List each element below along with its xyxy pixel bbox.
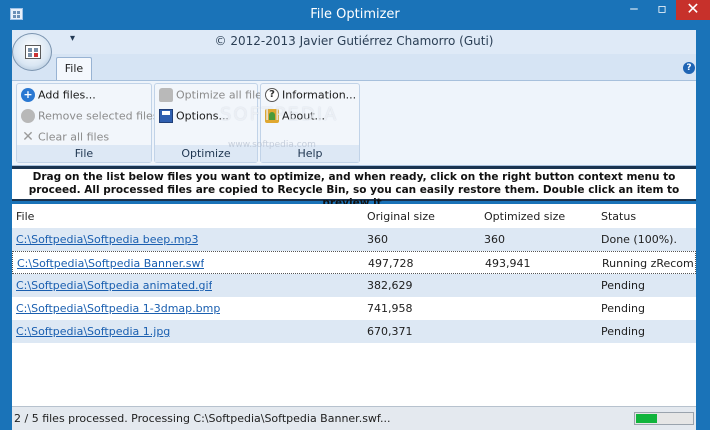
options-button[interactable]: Options... — [159, 109, 229, 127]
file-path-link[interactable]: C:\Softpedia\Softpedia Banner.swf — [17, 257, 204, 270]
file-path-link[interactable]: C:\Softpedia\Softpedia animated.gif — [16, 279, 212, 292]
original-size-cell: 497,728 — [368, 257, 414, 270]
quick-access-toolbar: ▾ © 2012-2013 Javier Gutiérrez Chamorro … — [12, 30, 696, 54]
column-header-file[interactable]: File — [16, 210, 34, 223]
file-list[interactable]: File Original size Optimized size Status… — [12, 204, 696, 406]
progress-bar-fill — [636, 414, 658, 423]
column-header-original-size[interactable]: Original size — [367, 210, 435, 223]
status-cell: Pending — [601, 279, 645, 292]
column-header-optimized-size[interactable]: Optimized size — [484, 210, 565, 223]
optimize-icon — [159, 88, 173, 102]
application-menu-button[interactable] — [12, 33, 52, 71]
options-icon — [159, 109, 173, 123]
clear-icon: ✕ — [22, 129, 34, 145]
remove-icon — [21, 109, 35, 123]
status-text: 2 / 5 files processed. Processing C:\Sof… — [14, 412, 391, 425]
minimize-button[interactable]: ‒ — [620, 0, 648, 20]
softpedia-watermark-url: www.softpedia.com — [228, 140, 316, 150]
optimize-all-files-label: Optimize all files — [176, 88, 268, 102]
copyright-subtitle: © 2012-2013 Javier Gutiérrez Chamorro (G… — [214, 34, 494, 48]
file-path-link[interactable]: C:\Softpedia\Softpedia 1-3dmap.bmp — [16, 302, 220, 315]
file-path-link[interactable]: C:\Softpedia\Softpedia beep.mp3 — [16, 233, 198, 246]
table-row[interactable]: C:\Softpedia\Softpedia 1.jpg 670,371 Pen… — [12, 320, 696, 343]
optimized-size-cell: 360 — [484, 233, 505, 246]
softpedia-watermark: SOFTPEDIA — [220, 104, 339, 125]
progress-bar — [634, 412, 694, 425]
tab-file[interactable]: File — [56, 57, 92, 80]
app-window: File Optimizer ‒ ▫ ✕ ▾ © 2012-2013 Javie… — [0, 0, 710, 430]
table-row[interactable]: C:\Softpedia\Softpedia 1-3dmap.bmp 741,9… — [12, 297, 696, 320]
clear-all-files-label: Clear all files — [38, 130, 110, 144]
status-cell: Done (100%). — [601, 233, 677, 246]
status-cell: Pending — [601, 302, 645, 315]
status-bar: 2 / 5 files processed. Processing C:\Sof… — [12, 406, 696, 430]
instructions-text: Drag on the list below files you want to… — [12, 169, 696, 209]
optimized-size-cell: 493,941 — [485, 257, 531, 270]
add-files-label: Add files... — [38, 88, 96, 102]
remove-selected-files-button[interactable]: Remove selected files — [21, 109, 159, 127]
help-icon[interactable]: ? — [683, 62, 695, 74]
table-row[interactable]: C:\Softpedia\Softpedia animated.gif 382,… — [12, 274, 696, 297]
original-size-cell: 741,958 — [367, 302, 413, 315]
information-label: Information... — [282, 88, 357, 102]
file-path-link[interactable]: C:\Softpedia\Softpedia 1.jpg — [16, 325, 170, 338]
table-row[interactable]: C:\Softpedia\Softpedia beep.mp3 360 360 … — [12, 228, 696, 251]
ribbon-tab-bar: File ? — [12, 54, 696, 80]
status-cell: Pending — [601, 325, 645, 338]
original-size-cell: 360 — [367, 233, 388, 246]
app-orb-icon — [25, 45, 41, 59]
ribbon-group-file: + Add files... Remove selected files ✕ Cle… — [16, 83, 159, 163]
original-size-cell: 382,629 — [367, 279, 413, 292]
column-header-status[interactable]: Status — [601, 210, 636, 223]
status-cell: Running zRecompress... — [602, 257, 694, 270]
add-files-button[interactable]: + Add files... — [21, 88, 96, 106]
window-title: File Optimizer — [310, 7, 400, 22]
table-row[interactable]: C:\Softpedia\Softpedia Banner.swf 497,72… — [12, 251, 696, 274]
close-button[interactable]: ✕ — [676, 0, 710, 20]
title-bar[interactable]: File Optimizer ‒ ▫ ✕ — [0, 0, 710, 30]
maximize-button[interactable]: ▫ — [648, 0, 676, 20]
list-header: File Original size Optimized size Status — [12, 204, 696, 228]
ribbon-group-label-file: File — [17, 145, 151, 162]
add-icon: + — [21, 88, 35, 102]
remove-selected-files-label: Remove selected files — [38, 109, 159, 123]
information-icon: ? — [265, 88, 279, 102]
ribbon: + Add files... Remove selected files ✕ Cle… — [12, 80, 696, 166]
original-size-cell: 670,371 — [367, 325, 413, 338]
